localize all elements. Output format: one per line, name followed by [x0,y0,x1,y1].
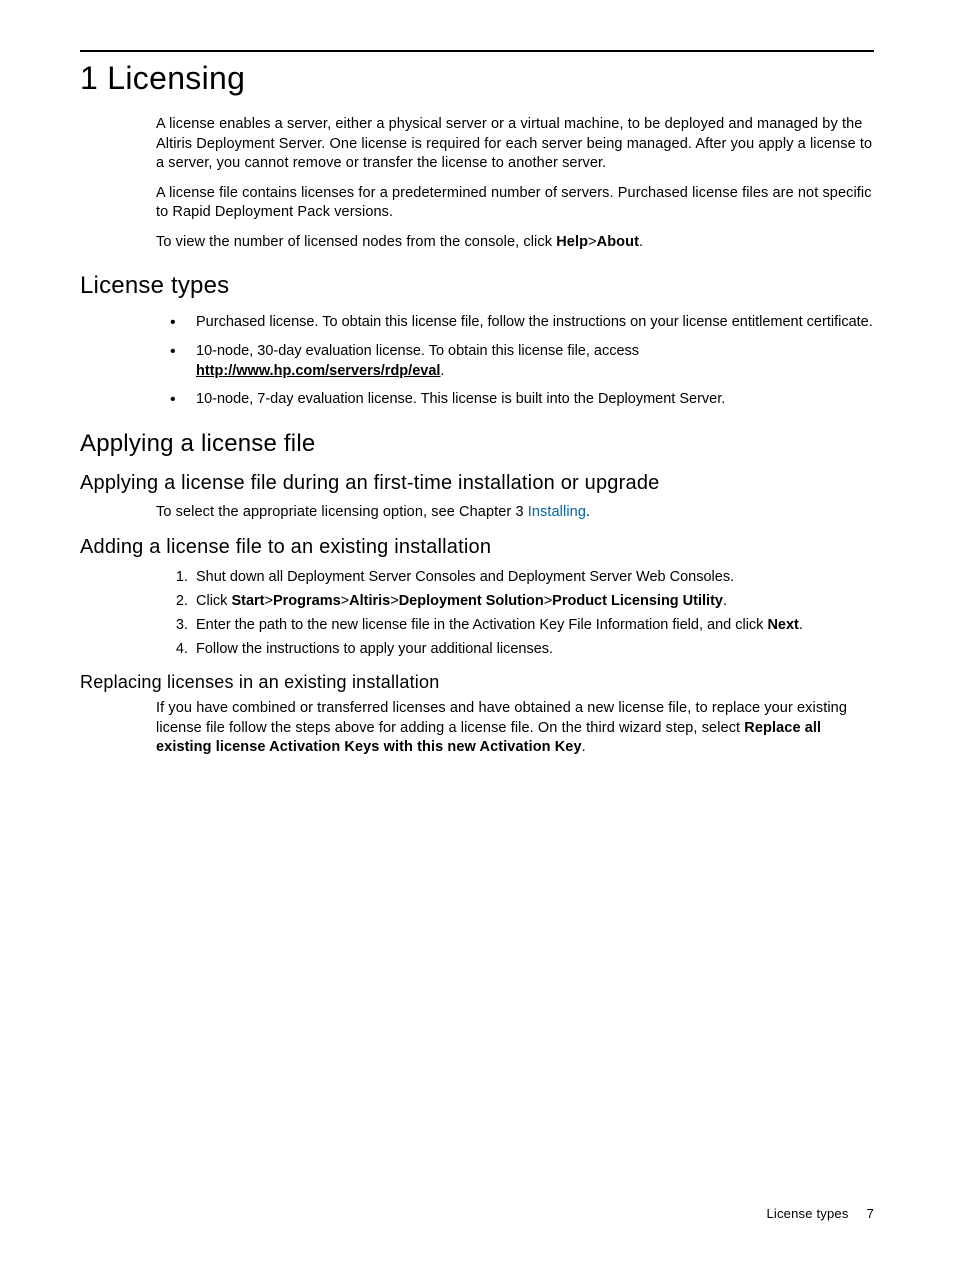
footer-label: License types [766,1206,848,1221]
adding-steps: Shut down all Deployment Server Consoles… [156,567,874,660]
intro-p3: To view the number of licensed nodes fro… [156,233,874,253]
list-item: Click Start>Programs>Altiris>Deployment … [156,591,874,612]
step2-start: Start [231,593,264,609]
step2-s4: > [544,593,552,609]
step2-programs: Programs [273,593,341,609]
step2-post: . [723,593,727,609]
step2-pre: Click [196,593,231,609]
intro-p3-about: About [597,234,639,250]
replacing-post: . [582,739,586,755]
intro-p2: A license file contains licenses for a p… [156,184,874,223]
first-time-pre: To select the appropriate licensing opti… [156,504,528,520]
installing-xref[interactable]: Installing [528,504,586,520]
item2-post: . [440,363,444,379]
list-item: 10-node, 30-day evaluation license. To o… [156,341,874,382]
list-item: Purchased license. To obtain this licens… [156,312,874,332]
top-rule [80,50,874,52]
heading-first-time: Applying a license file during an first-… [80,472,874,495]
footer-page-number: 7 [867,1206,874,1221]
step2-altiris: Altiris [349,593,390,609]
step3-pre: Enter the path to the new license file i… [196,617,767,633]
step2-ds: Deployment Solution [399,593,544,609]
intro-p3-sep1: > [588,234,597,250]
item2-pre: 10-node, 30-day evaluation license. To o… [196,343,639,359]
license-types-list: Purchased license. To obtain this licens… [156,312,874,409]
page-content: 1 Licensing A license enables a server, … [0,0,954,808]
list-item: Follow the instructions to apply your ad… [156,639,874,660]
step2-s2: > [341,593,349,609]
step3-post: . [799,617,803,633]
heading-license-types: License types [80,272,874,300]
list-item: 10-node, 7-day evaluation license. This … [156,389,874,409]
first-time-post: . [586,504,590,520]
step2-plu: Product Licensing Utility [552,593,723,609]
page-footer: License types 7 [766,1206,874,1221]
replacing-p1: If you have combined or transferred lice… [156,699,874,758]
chapter-title: 1 Licensing [80,60,874,97]
intro-p1: A license enables a server, either a phy… [156,115,874,174]
intro-p3-post: . [639,234,643,250]
first-time-p1: To select the appropriate licensing opti… [156,503,874,523]
list-item: Enter the path to the new license file i… [156,615,874,636]
step2-s3: > [390,593,398,609]
step3-next: Next [767,617,798,633]
intro-p3-pre: To view the number of licensed nodes fro… [156,234,556,250]
intro-p3-help: Help [556,234,588,250]
eval-link[interactable]: http://www.hp.com/servers/rdp/eval [196,363,440,379]
heading-adding: Adding a license file to an existing ins… [80,536,874,559]
heading-applying: Applying a license file [80,430,874,458]
list-item: Shut down all Deployment Server Consoles… [156,567,874,588]
step2-s1: > [265,593,273,609]
heading-replacing: Replacing licenses in an existing instal… [80,672,874,693]
